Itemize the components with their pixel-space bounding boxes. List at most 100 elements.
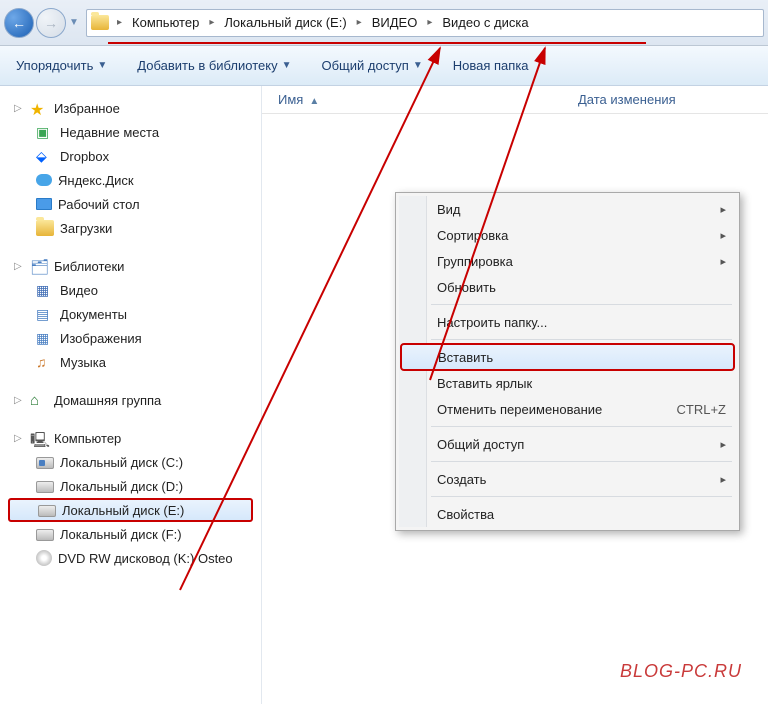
column-header-row: Имя▲ Дата изменения	[262, 86, 768, 114]
breadcrumb-item[interactable]: ВИДЕО	[364, 10, 426, 36]
menu-label: Сортировка	[437, 228, 508, 243]
menu-label: Вставить ярлык	[437, 376, 532, 391]
tree-toggle-icon[interactable]: ▷	[14, 261, 24, 272]
sidebar-label: Видео	[60, 283, 98, 298]
breadcrumb-item[interactable]: Компьютер	[124, 10, 207, 36]
sidebar-item-recent[interactable]: ▣ Недавние места	[8, 120, 261, 144]
music-icon: ♫	[36, 354, 54, 370]
column-label: Дата изменения	[578, 92, 676, 107]
sidebar-item-videos[interactable]: ▦Видео	[8, 278, 261, 302]
menu-item-share[interactable]: Общий доступ▸	[399, 431, 736, 457]
menu-item-new[interactable]: Создать▸	[399, 466, 736, 492]
sidebar-item-pictures[interactable]: ▦Изображения	[8, 326, 261, 350]
menu-item-customize[interactable]: Настроить папку...	[399, 309, 736, 335]
library-icon: 🗂	[30, 258, 48, 274]
submenu-arrow-icon: ▸	[720, 438, 726, 451]
sidebar-item-drive-f[interactable]: Локальный диск (F:)	[8, 522, 261, 546]
dropbox-icon: ⬙	[36, 148, 54, 164]
menu-item-refresh[interactable]: Обновить	[399, 274, 736, 300]
yandex-disk-icon	[36, 174, 52, 186]
menu-label: Вид	[437, 202, 461, 217]
menu-separator	[431, 461, 732, 462]
sidebar-item-dropbox[interactable]: ⬙ Dropbox	[8, 144, 261, 168]
computer-icon: 🖳	[30, 430, 48, 446]
document-icon: ▤	[36, 306, 54, 322]
sidebar-item-dvd[interactable]: DVD RW дисковод (K:) Osteo	[8, 546, 261, 570]
toolbar-label: Добавить в библиотеку	[137, 58, 277, 73]
column-label: Имя	[278, 92, 303, 107]
new-folder-button[interactable]: Новая папка	[453, 58, 529, 73]
sidebar-label: Музыка	[60, 355, 106, 370]
breadcrumb-sep[interactable]: ▸	[207, 17, 216, 28]
watermark: BLOG-PC.RU	[620, 661, 742, 682]
organize-button[interactable]: Упорядочить▼	[16, 58, 107, 73]
breadcrumb-sep[interactable]: ▸	[355, 17, 364, 28]
drive-icon	[36, 457, 54, 469]
add-to-library-button[interactable]: Добавить в библиотеку▼	[137, 58, 291, 73]
sidebar-item-drive-d[interactable]: Локальный диск (D:)	[8, 474, 261, 498]
tree-toggle-icon[interactable]: ▷	[14, 103, 24, 114]
menu-item-sort[interactable]: Сортировка▸	[399, 222, 736, 248]
menu-item-paste[interactable]: Вставить	[401, 344, 734, 370]
menu-separator	[431, 339, 732, 340]
sidebar-label: Компьютер	[54, 431, 121, 446]
sidebar-item-drive-c[interactable]: Локальный диск (C:)	[8, 450, 261, 474]
breadcrumb-bar[interactable]: ▸ Компьютер ▸ Локальный диск (E:) ▸ ВИДЕ…	[86, 9, 764, 37]
address-row: ← → ▼ ▸ Компьютер ▸ Локальный диск (E:) …	[0, 0, 768, 46]
sidebar-item-drive-e[interactable]: Локальный диск (E:)	[8, 498, 253, 522]
share-button[interactable]: Общий доступ▼	[322, 58, 423, 73]
back-button[interactable]: ←	[4, 8, 34, 38]
menu-item-group[interactable]: Группировка▸	[399, 248, 736, 274]
toolbar-label: Новая папка	[453, 58, 529, 73]
breadcrumb-sep[interactable]: ▸	[115, 17, 124, 28]
sidebar-item-downloads[interactable]: Загрузки	[8, 216, 261, 240]
sidebar-item-documents[interactable]: ▤Документы	[8, 302, 261, 326]
annotation-underline	[108, 42, 646, 44]
breadcrumb-item[interactable]: Локальный диск (E:)	[216, 10, 354, 36]
back-arrow-icon: ←	[12, 15, 26, 31]
menu-item-paste-shortcut[interactable]: Вставить ярлык	[399, 370, 736, 396]
toolbar-label: Упорядочить	[16, 58, 93, 73]
pictures-icon: ▦	[36, 330, 54, 346]
star-icon: ★	[30, 100, 48, 116]
recent-icon: ▣	[36, 124, 54, 140]
menu-accelerator: CTRL+Z	[677, 402, 726, 417]
folder-icon	[36, 220, 54, 236]
toolbar-label: Общий доступ	[322, 58, 409, 73]
drive-icon	[36, 481, 54, 493]
sidebar-group-libraries[interactable]: ▷🗂Библиотеки	[8, 254, 261, 278]
sidebar-group-computer[interactable]: ▷ 🖳 Компьютер	[8, 426, 261, 450]
sidebar-label: Домашняя группа	[54, 393, 161, 408]
sidebar-label: Рабочий стол	[58, 197, 140, 212]
sidebar-group-favorites[interactable]: ▷★Избранное	[8, 96, 261, 120]
submenu-arrow-icon: ▸	[720, 203, 726, 216]
sidebar-item-desktop[interactable]: Рабочий стол	[8, 192, 261, 216]
tree-toggle-icon[interactable]: ▷	[14, 433, 24, 444]
breadcrumb-sep[interactable]: ▸	[425, 17, 434, 28]
forward-button[interactable]: →	[36, 8, 66, 38]
menu-item-properties[interactable]: Свойства	[399, 501, 736, 527]
dvd-icon	[36, 550, 52, 566]
homegroup-icon: ⌂	[30, 392, 48, 408]
menu-separator	[431, 304, 732, 305]
nav-history-drop[interactable]: ▼	[68, 8, 80, 38]
sidebar-group-homegroup[interactable]: ▷ ⌂ Домашняя группа	[8, 388, 261, 412]
toolbar: Упорядочить▼ Добавить в библиотеку▼ Общи…	[0, 46, 768, 86]
column-header-date[interactable]: Дата изменения	[578, 92, 676, 107]
sidebar: ▷★Избранное ▣Недавние места ⬙Dropbox Янд…	[0, 86, 262, 704]
sidebar-item-music[interactable]: ♫ Музыка	[8, 350, 261, 374]
menu-separator	[431, 426, 732, 427]
breadcrumb-item[interactable]: Видео с диска	[434, 10, 536, 36]
menu-item-view[interactable]: Вид ▸	[399, 196, 736, 222]
folder-icon	[91, 15, 109, 30]
column-header-name[interactable]: Имя▲	[278, 92, 578, 107]
sidebar-label: Загрузки	[60, 221, 112, 236]
tree-toggle-icon[interactable]: ▷	[14, 395, 24, 406]
menu-item-undo-rename[interactable]: Отменить переименованиеCTRL+Z	[399, 396, 736, 422]
sidebar-item-yandex[interactable]: Яндекс.Диск	[8, 168, 261, 192]
sidebar-label: DVD RW дисковод (K:) Osteo	[58, 551, 233, 566]
sidebar-label: Недавние места	[60, 125, 159, 140]
sidebar-label: Локальный диск (E:)	[62, 503, 184, 518]
sidebar-label: Dropbox	[60, 149, 109, 164]
submenu-arrow-icon: ▸	[720, 255, 726, 268]
